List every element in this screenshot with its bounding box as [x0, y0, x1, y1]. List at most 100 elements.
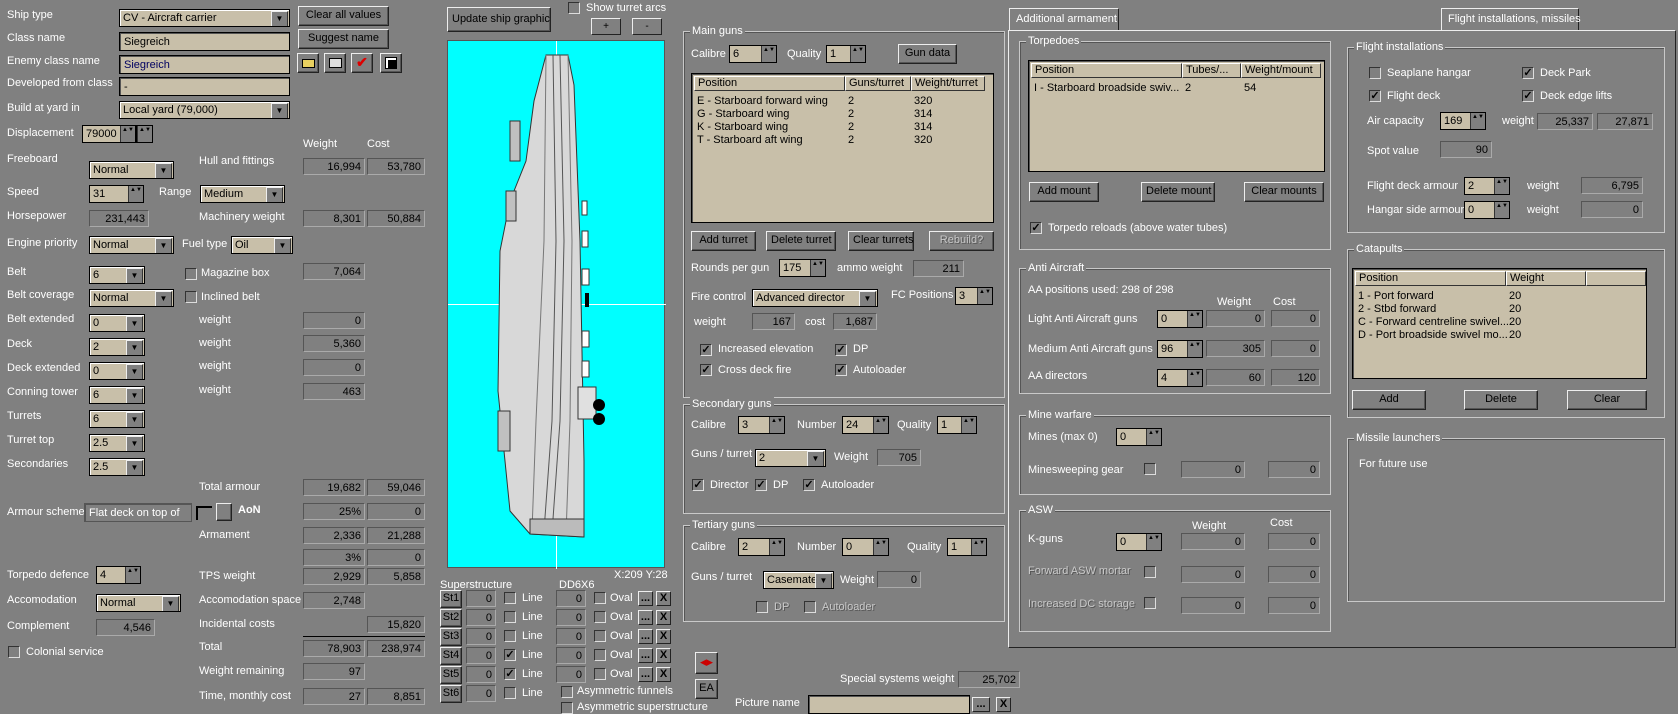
dc-storage-checkbox[interactable] — [1144, 597, 1156, 609]
oval-checkbox[interactable] — [594, 668, 606, 680]
catapult-row-position[interactable]: 2 - Stbd forward — [1358, 303, 1436, 316]
ship-type-select[interactable]: CV - Aircraft carrier — [119, 9, 290, 27]
tab-flight-installations[interactable]: Flight installations, missiles — [1441, 8, 1581, 30]
superstructure-browse-button[interactable]: ... — [638, 629, 653, 644]
kguns-spinner[interactable]: 0 — [1116, 533, 1162, 551]
delete-catapult-button[interactable]: Delete — [1464, 390, 1538, 410]
add-catapult-button[interactable]: Add — [1352, 390, 1426, 410]
delete-mount-button[interactable]: Delete mount — [1141, 182, 1215, 202]
ter-guns-turret-select[interactable]: Casemate — [763, 571, 834, 589]
main-dp-checkbox[interactable]: ✓ — [835, 344, 847, 356]
hangar-side-armour-spinner[interactable]: 0 — [1464, 201, 1510, 219]
fc-positions-spinner[interactable]: 3 — [955, 287, 993, 305]
displacement-spinner[interactable]: 79000 — [82, 125, 136, 143]
air-capacity-spinner[interactable]: 169 — [1440, 112, 1486, 130]
browse-picture-button[interactable]: ... — [972, 697, 990, 712]
zoom-out-button[interactable]: - — [632, 18, 662, 35]
cat-col-weight[interactable]: Weight — [1506, 271, 1586, 286]
main-gun-row-weight[interactable]: 314 — [914, 121, 932, 134]
ea-button[interactable]: EA — [695, 679, 718, 699]
deck-park-checkbox[interactable]: ✓ — [1522, 67, 1534, 79]
picture-name-input[interactable] — [808, 695, 970, 714]
check-button[interactable]: ✔ — [351, 53, 373, 73]
sec-calibre-spinner[interactable]: 3 — [738, 416, 785, 434]
ter-quality-spinner[interactable]: 1 — [947, 538, 987, 556]
secondaries-select[interactable]: 2.5 — [89, 458, 145, 476]
increased-elevation-checkbox[interactable]: ✓ — [700, 344, 712, 356]
line-checkbox[interactable] — [504, 611, 516, 623]
torp-col-weight[interactable]: Weight/mount — [1241, 63, 1321, 78]
catapult-row-weight[interactable]: 20 — [1509, 303, 1521, 316]
belt-select[interactable]: 6 — [89, 266, 145, 284]
line-checkbox[interactable]: ✓ — [504, 649, 516, 661]
turret-top-select[interactable]: 2.5 — [89, 434, 145, 452]
open-file-button[interactable] — [297, 53, 319, 73]
aa-directors-spinner[interactable]: 4 — [1157, 369, 1203, 387]
catapult-row-weight[interactable]: 20 — [1509, 329, 1521, 342]
engine-priority-select[interactable]: Normal — [89, 236, 174, 254]
catapults-list[interactable]: Position Weight 1 - Port forward 20 2 - St… — [1352, 268, 1647, 379]
clear-mounts-button[interactable]: Clear mounts — [1244, 182, 1324, 202]
seaplane-hangar-checkbox[interactable] — [1369, 67, 1381, 79]
suggest-name-button[interactable]: Suggest name — [298, 29, 389, 49]
clear-picture-button[interactable]: X — [996, 697, 1011, 712]
oval-checkbox[interactable] — [594, 649, 606, 661]
ter-calibre-spinner[interactable]: 2 — [738, 538, 785, 556]
sec-quality-spinner[interactable]: 1 — [937, 416, 977, 434]
clear-turrets-button[interactable]: Clear turrets — [848, 231, 914, 251]
superstructure-browse-button[interactable]: ... — [638, 667, 653, 682]
belt-coverage-select[interactable]: Normal — [89, 289, 174, 307]
clear-all-button[interactable]: Clear all values — [298, 6, 389, 26]
sec-dp-checkbox[interactable]: ✓ — [755, 479, 767, 491]
update-graphic-button[interactable]: Update ship graphic — [447, 7, 551, 32]
oval-checkbox[interactable] — [594, 592, 606, 604]
deck-extended-select[interactable]: 0 — [89, 362, 145, 380]
print-button[interactable] — [324, 53, 346, 73]
tab-additional-armament[interactable]: Additional armament — [1009, 8, 1119, 30]
add-mount-button[interactable]: Add mount — [1029, 182, 1099, 202]
ship-graphic-canvas[interactable] — [447, 40, 666, 569]
main-gun-row-position[interactable]: K - Starboard wing — [697, 121, 788, 134]
cat-col-position[interactable]: Position — [1355, 271, 1506, 286]
fuel-type-select[interactable]: Oil — [231, 236, 293, 254]
freeboard-select[interactable]: Normal — [89, 161, 174, 179]
magazine-box-checkbox[interactable] — [185, 268, 197, 280]
superstructure-clear-button[interactable]: X — [656, 648, 671, 663]
torpedo-row-tubes[interactable]: 2 — [1185, 82, 1191, 95]
gun-data-button[interactable]: Gun data — [898, 44, 957, 64]
cross-deck-checkbox[interactable]: ✓ — [700, 364, 712, 376]
asym-funnels-checkbox[interactable] — [561, 686, 573, 698]
torpedoes-list[interactable]: Position Tubes/... Weight/mount I - Star… — [1028, 60, 1325, 172]
asym-super-checkbox[interactable] — [561, 702, 573, 714]
main-calibre-spinner[interactable]: 6 — [729, 45, 777, 63]
deck-select[interactable]: 2 — [89, 338, 145, 356]
main-gun-row-weight[interactable]: 320 — [914, 95, 932, 108]
torpedo-defence-spinner[interactable]: 4 — [96, 566, 141, 584]
sec-autoloader-checkbox[interactable]: ✓ — [803, 479, 815, 491]
main-autoloader-checkbox[interactable]: ✓ — [835, 364, 847, 376]
main-gun-row-position[interactable]: T - Starboard aft wing — [697, 134, 803, 147]
mirror-button[interactable]: ◂▸ — [695, 652, 718, 674]
colonial-service-checkbox[interactable] — [8, 646, 20, 658]
scheme-toggle-button[interactable] — [216, 503, 232, 521]
catapult-row-weight[interactable]: 20 — [1509, 316, 1521, 329]
build-yard-select[interactable]: Local yard (79,000) — [119, 101, 290, 119]
main-col-position[interactable]: Position — [694, 76, 845, 91]
torpedo-row-position[interactable]: I - Starboard broadside swiv... — [1034, 82, 1179, 95]
rounds-spinner[interactable]: 175 — [779, 259, 826, 277]
catapult-row-weight[interactable]: 20 — [1509, 290, 1521, 303]
speed-spinner[interactable]: 31 — [89, 185, 144, 203]
sec-guns-turret-select[interactable]: 2 — [755, 449, 826, 467]
line-checkbox[interactable]: ✓ — [504, 668, 516, 680]
class-name-input[interactable]: Siegreich — [119, 32, 290, 51]
range-select[interactable]: Medium — [200, 185, 285, 203]
superstructure-browse-button[interactable]: ... — [638, 648, 653, 663]
light-aa-spinner[interactable]: 0 — [1157, 310, 1203, 328]
superstructure-browse-button[interactable]: ... — [638, 610, 653, 625]
clear-catapults-button[interactable]: Clear — [1567, 390, 1647, 410]
main-gun-row-guns[interactable]: 2 — [848, 121, 854, 134]
line-checkbox[interactable] — [504, 687, 516, 699]
torp-col-tubes[interactable]: Tubes/... — [1182, 63, 1241, 78]
superstructure-st3-button[interactable]: St3 — [440, 628, 462, 646]
catapult-row-position[interactable]: C - Forward centreline swivel... — [1358, 316, 1509, 329]
